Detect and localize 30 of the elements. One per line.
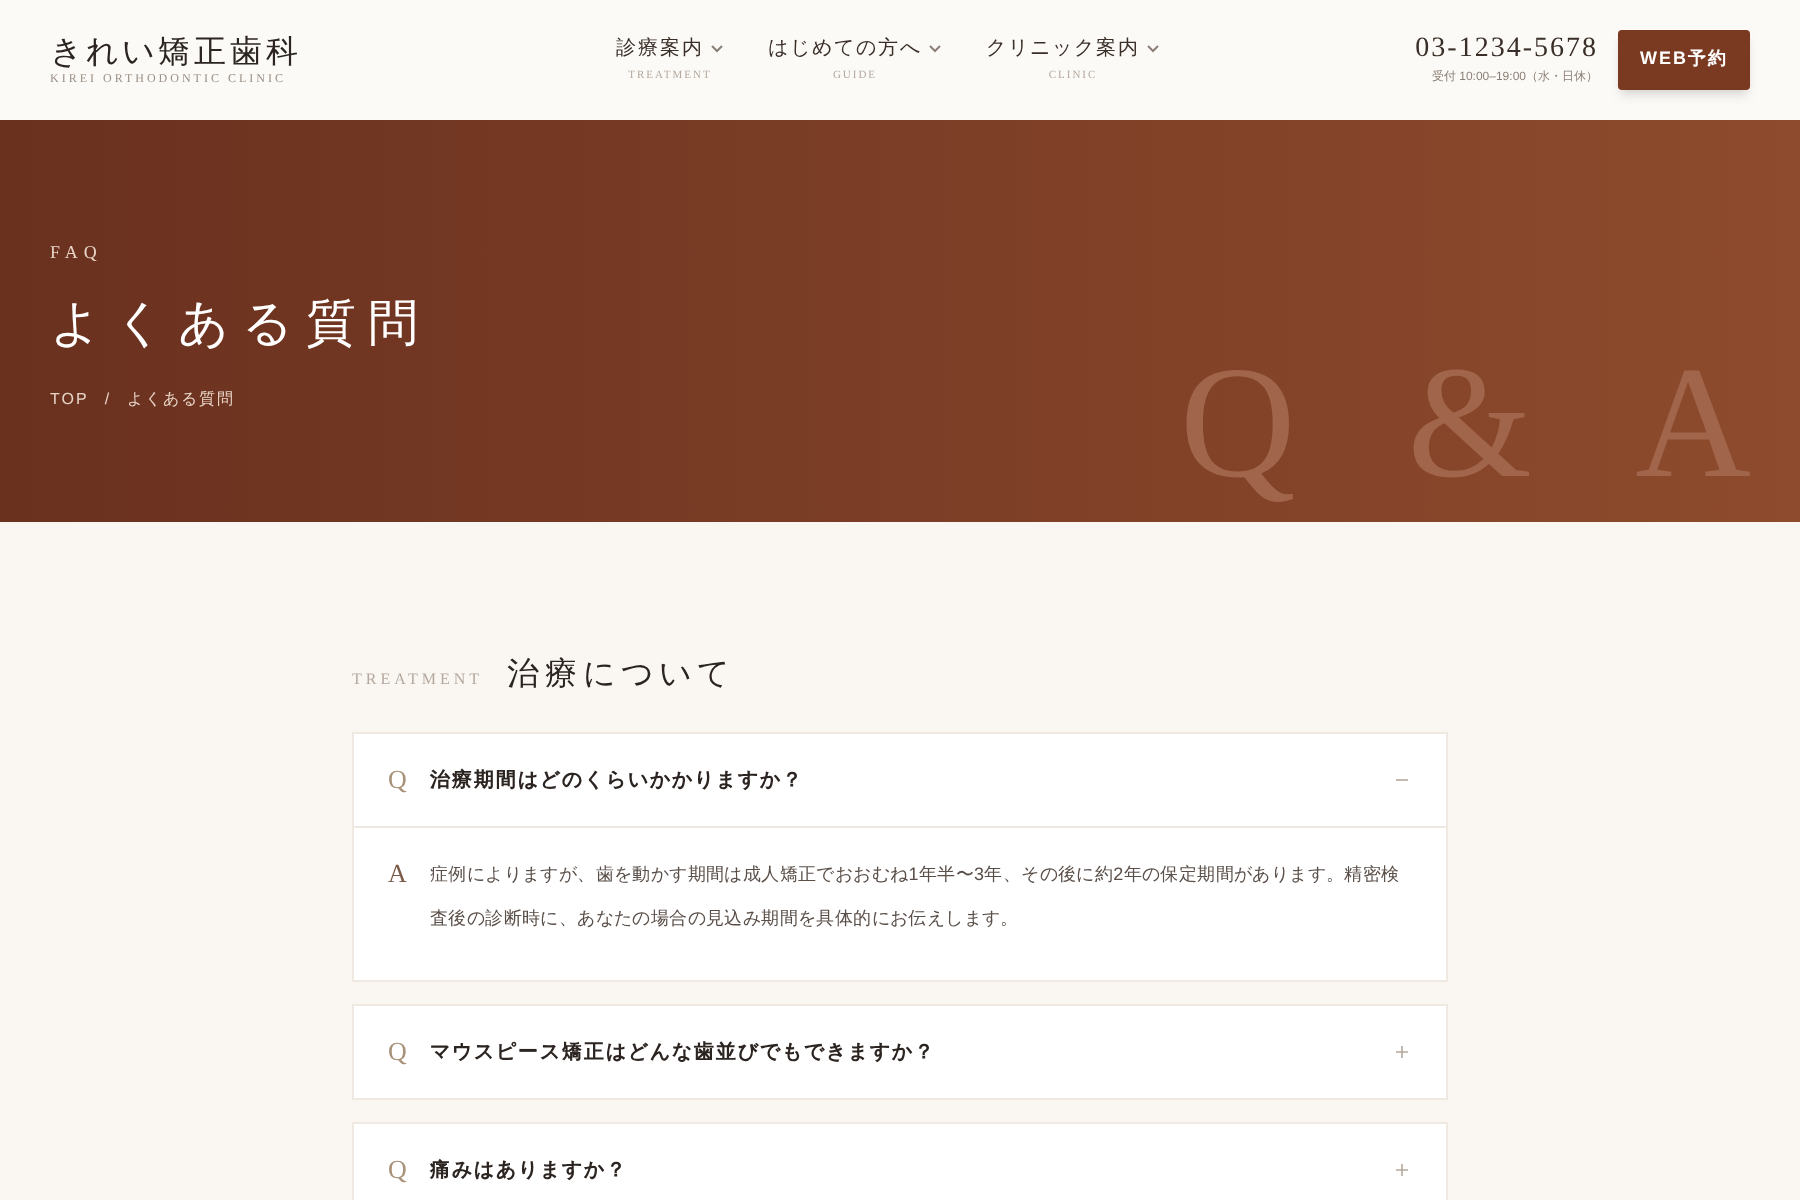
answer-text: 症例によりますが、歯を動かす期間は成人矯正でおおむね1年半〜3年、その後に約2年の保定期間があります。精密検査後の診断時に、あなたの場合の見込み期間を具体的にお伝えします。 — [430, 862, 1402, 932]
nav-link[interactable]: クリニック案内 — [986, 34, 1140, 65]
answer-mark-letter: A — [388, 858, 409, 892]
chevron-down-icon — [710, 44, 724, 55]
phone-number: 03-1234-5678 — [1415, 33, 1598, 65]
nav-link[interactable]: はじめての方へ — [768, 34, 922, 65]
chevron-down-icon — [928, 44, 942, 55]
chevron-down-icon — [1146, 44, 1160, 55]
question-text: マウスピース矯正はどんな歯並びでもできますか？ — [430, 1039, 936, 1067]
web-reservation-button[interactable]: WEB予約 — [1618, 30, 1750, 90]
plus-icon — [1396, 1164, 1408, 1176]
page-title: よくある質問 — [50, 291, 432, 355]
section-eyebrow: TREATMENT — [352, 668, 484, 692]
question-mark-letter: Q — [388, 762, 409, 799]
clinic-logo[interactable]: きれい矯正歯科 — [50, 31, 610, 71]
faq-question[interactable]: Q 痛みはありますか？ — [354, 1124, 1446, 1200]
plus-icon — [1396, 1046, 1408, 1058]
minus-icon — [1396, 774, 1408, 786]
breadcrumb-separator: / — [104, 387, 112, 411]
faq-question[interactable]: Q 治療期間はどのくらいかかりますか？ — [354, 734, 1446, 826]
question-mark-letter: Q — [388, 1034, 409, 1071]
hero-eyebrow: FAQ — [50, 240, 105, 266]
question-text: 痛みはありますか？ — [430, 1157, 628, 1185]
nav-link[interactable]: 診療案内 — [616, 34, 704, 65]
section-heading: 治療について — [507, 652, 736, 696]
breadcrumb-item: よくある質問 — [127, 387, 236, 411]
breadcrumb-item[interactable]: TOP — [50, 387, 89, 411]
faq-question[interactable]: Q マウスピース矯正はどんな歯並びでもできますか？ — [354, 1006, 1446, 1098]
question-mark-letter: Q — [388, 1152, 409, 1189]
question-text: 治療期間はどのくらいかかりますか？ — [430, 767, 804, 795]
